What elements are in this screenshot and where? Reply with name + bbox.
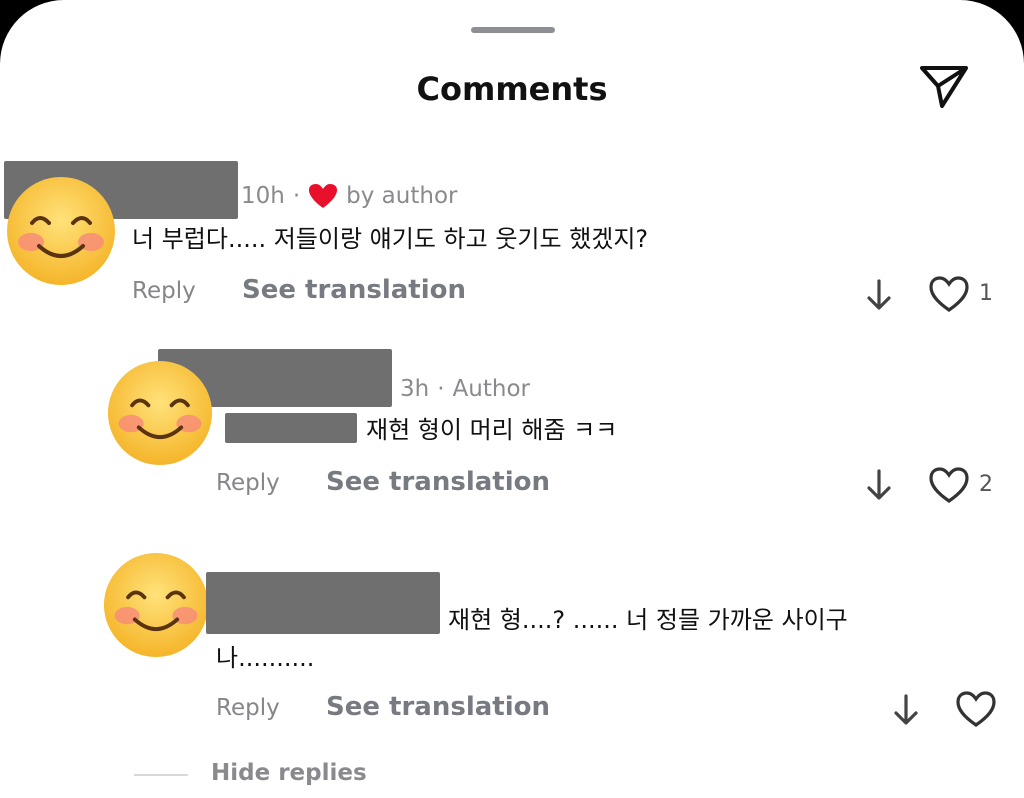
- comment-text: 재현 형이 머리 해줌 ㅋㅋ: [366, 416, 618, 444]
- comment-meta: 3h · Author: [400, 376, 530, 402]
- comment-actions: Reply See translation: [132, 275, 466, 305]
- separator: ·: [292, 183, 301, 209]
- separator: ·: [437, 376, 445, 402]
- avatar[interactable]: [6, 176, 116, 286]
- see-translation-button[interactable]: See translation: [326, 467, 550, 497]
- hide-replies-button[interactable]: Hide replies: [211, 760, 367, 786]
- avatar[interactable]: [107, 360, 213, 466]
- author-liked-badge: by author: [346, 183, 458, 209]
- comment-text-line-2: 나..........: [216, 644, 315, 672]
- comment-time: 3h: [400, 376, 430, 402]
- comment-time: 10h: [241, 183, 285, 209]
- arrow-down-icon[interactable]: [864, 467, 894, 503]
- comments-sheet: Comments 10h · by author 너 부럽다..... 저들이랑…: [0, 0, 1024, 798]
- heart-icon[interactable]: [928, 275, 970, 313]
- reply-button[interactable]: Reply: [216, 470, 280, 496]
- like-count: 2: [979, 472, 993, 497]
- comment-actions: Reply See translation: [216, 692, 550, 722]
- heart-icon[interactable]: [955, 690, 997, 728]
- comment-text: 너 부럽다..... 저들이랑 얘기도 하고 웃기도 했겠지?: [132, 225, 649, 253]
- comment-meta: 10h · by author: [241, 183, 457, 209]
- like-count: 1: [979, 281, 993, 306]
- heart-filled-icon: [309, 184, 338, 208]
- hide-replies-divider: [134, 774, 188, 776]
- comment-text-line-1: 재현 형....? ...... 너 정믈 가까운 사이구: [448, 606, 848, 634]
- redacted-username-and-mention[interactable]: [206, 572, 440, 634]
- heart-icon[interactable]: [928, 466, 970, 504]
- comment-actions: Reply See translation: [216, 467, 550, 497]
- send-icon[interactable]: [916, 60, 972, 112]
- avatar[interactable]: [103, 552, 209, 658]
- arrow-down-icon[interactable]: [864, 277, 894, 313]
- author-badge: Author: [452, 376, 530, 402]
- see-translation-button[interactable]: See translation: [242, 275, 466, 305]
- redacted-mention[interactable]: [225, 413, 357, 443]
- see-translation-button[interactable]: See translation: [326, 692, 550, 722]
- arrow-down-icon[interactable]: [891, 692, 921, 728]
- drag-handle[interactable]: [471, 27, 555, 33]
- reply-button[interactable]: Reply: [132, 278, 196, 304]
- reply-button[interactable]: Reply: [216, 695, 280, 721]
- page-title: Comments: [416, 70, 608, 108]
